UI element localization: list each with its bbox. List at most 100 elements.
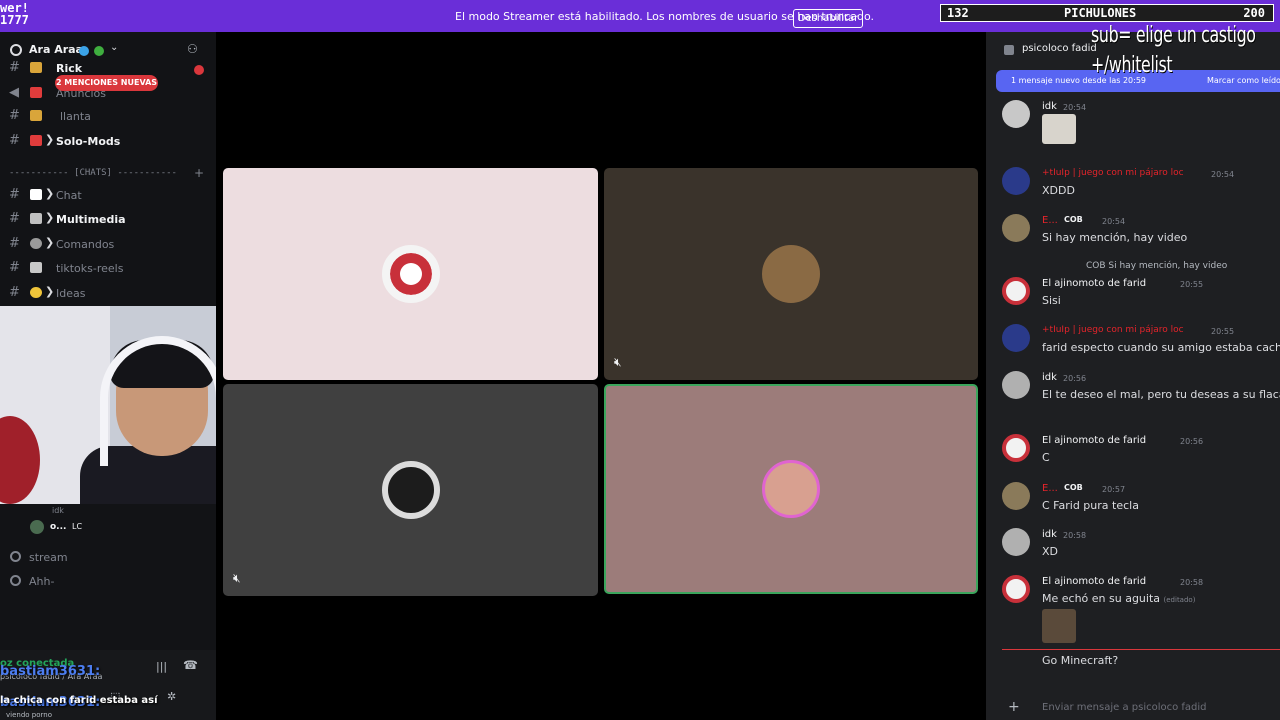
channel-label: Chat bbox=[56, 189, 82, 202]
voice-channel-stream[interactable]: stream bbox=[0, 548, 216, 568]
add-member-icon[interactable]: ⚇ bbox=[187, 42, 201, 56]
message-author[interactable]: +tIuIp | juego con mi pájaro loc bbox=[1042, 168, 1184, 178]
participant-tile[interactable]: 🔇︎ bbox=[223, 384, 598, 596]
role-badge: COB bbox=[1064, 483, 1083, 492]
channel-item-multimedia[interactable]: # ❯ Multimedia bbox=[0, 209, 216, 231]
participant-tile-speaking[interactable] bbox=[604, 384, 978, 594]
streamer-mode-banner: wer! 1777 El modo Streamer está habilita… bbox=[0, 0, 1280, 32]
participant-name: o... bbox=[50, 522, 67, 532]
message-text: Go Minecraft? bbox=[1042, 654, 1119, 667]
chat-title: psicoloco fadid bbox=[1022, 43, 1097, 54]
sub-counter: 132 PICHULONES 200 bbox=[940, 4, 1274, 22]
channel-item-comandos[interactable]: # ❯ Comandos bbox=[0, 234, 216, 256]
overlay-logo: wer! 1777 bbox=[0, 1, 29, 27]
avatar bbox=[1002, 167, 1030, 195]
message-text: XD bbox=[1042, 545, 1059, 558]
muted-icon: 🔇︎ bbox=[614, 355, 622, 369]
overlay-line: sub= elige un castigo bbox=[1091, 23, 1256, 48]
participant-tag: LC bbox=[72, 522, 83, 531]
overlay-line: +/whitelist bbox=[1091, 53, 1173, 78]
stream-overlay-text: sub= elige un castigo +/whitelist bbox=[1091, 21, 1256, 81]
avatar bbox=[1002, 324, 1030, 352]
arrow-icon: ❯ bbox=[45, 285, 55, 298]
channel-emoji-icon bbox=[30, 238, 42, 249]
reply-preview[interactable]: COB Si hay mención, hay video bbox=[1086, 261, 1227, 271]
participant-tile[interactable] bbox=[223, 168, 598, 380]
avatar bbox=[1002, 528, 1030, 556]
channel-emoji-icon bbox=[30, 87, 42, 98]
message-author[interactable]: E... bbox=[1042, 215, 1058, 226]
new-mentions-pill[interactable]: 2 MENCIONES NUEVAS bbox=[55, 75, 158, 91]
message-author[interactable]: idk bbox=[1042, 529, 1057, 540]
muted-icon: 🔇︎ bbox=[233, 571, 241, 585]
stage-icon bbox=[10, 575, 21, 586]
edited-label: (editado) bbox=[1163, 596, 1196, 604]
hash-icon: # bbox=[9, 236, 20, 251]
message-time: 20:58 bbox=[1063, 531, 1087, 540]
avatar bbox=[1002, 434, 1030, 462]
message-input[interactable]: + Enviar mensaje a psicoloco fadid bbox=[1002, 696, 1280, 718]
message-author[interactable]: El ajinomoto de farid bbox=[1042, 576, 1146, 587]
message-author[interactable]: idk bbox=[1042, 101, 1057, 112]
channel-label: Ideas bbox=[56, 287, 86, 300]
hash-icon: # bbox=[9, 285, 20, 300]
disable-streamer-button[interactable]: Deshabilitar bbox=[793, 9, 863, 28]
boost-emoji-icon bbox=[79, 46, 89, 56]
avatar bbox=[30, 520, 44, 534]
unread-divider bbox=[1002, 649, 1280, 650]
channel-item-llanta[interactable]: # llanta bbox=[0, 106, 216, 128]
message-author[interactable]: E... bbox=[1042, 483, 1058, 494]
channel-emoji-icon bbox=[30, 189, 42, 200]
participant-tile[interactable]: 🔇︎ bbox=[604, 168, 978, 380]
message-author[interactable]: idk bbox=[1042, 372, 1057, 383]
message-text: Si hay mención, hay video bbox=[1042, 231, 1188, 244]
channel-label: Ahh- bbox=[29, 575, 55, 588]
avatar bbox=[1002, 214, 1030, 242]
speaker-icon bbox=[10, 551, 21, 562]
avatar bbox=[1002, 371, 1030, 399]
message-author[interactable]: +tIuIp | juego con mi pájaro loc bbox=[1042, 325, 1184, 335]
channel-item-chat[interactable]: # ❯ Chat bbox=[0, 185, 216, 207]
channel-label: llanta bbox=[60, 110, 91, 123]
message-text: C bbox=[1042, 451, 1050, 464]
waveform-icon[interactable]: ||| bbox=[156, 660, 167, 673]
message-text: XDDD bbox=[1042, 184, 1075, 197]
overlay-chat-user: bastiam3631: bbox=[0, 664, 101, 679]
counter-current: 132 bbox=[947, 6, 969, 20]
participant-label: idk bbox=[52, 506, 64, 515]
chat-panel: psicoloco fadid 1 mensaje nuevo desde la… bbox=[986, 32, 1280, 720]
message-author[interactable]: El ajinomoto de farid bbox=[1042, 278, 1146, 289]
message-time: 20:56 bbox=[1063, 374, 1087, 383]
add-channel-icon[interactable]: + bbox=[194, 166, 204, 180]
arrow-icon: ❯ bbox=[45, 211, 55, 224]
channel-emoji-icon bbox=[30, 135, 42, 146]
message-author[interactable]: El ajinomoto de farid bbox=[1042, 435, 1146, 446]
channel-item-tiktoks-reels[interactable]: # tiktoks-reels bbox=[0, 258, 216, 280]
avatar bbox=[1002, 277, 1030, 305]
channel-emoji-icon bbox=[30, 110, 42, 121]
category-chats[interactable]: ----------- [CHATS] ----------- bbox=[9, 168, 177, 178]
sticker-image bbox=[1042, 114, 1076, 144]
channel-item-ideas[interactable]: # ❯ Ideas bbox=[0, 283, 216, 305]
lightbulb-icon bbox=[30, 287, 42, 298]
hangup-icon[interactable]: ☎ bbox=[183, 658, 198, 672]
message-text: El te deseo el mal, pero tu deseas a su … bbox=[1042, 388, 1280, 401]
channel-label: Comandos bbox=[56, 238, 115, 251]
verified-emoji-icon bbox=[94, 46, 104, 56]
channel-emoji-icon bbox=[30, 213, 42, 224]
channel-emoji-icon bbox=[30, 262, 42, 273]
voice-channel-ahh[interactable]: Ahh- bbox=[0, 572, 216, 592]
message-time: 20:55 bbox=[1211, 327, 1235, 336]
chevron-down-icon[interactable]: ⌄ bbox=[110, 42, 118, 53]
message-time: 20:57 bbox=[1102, 485, 1126, 494]
add-attachment-icon[interactable]: + bbox=[1008, 699, 1020, 715]
chat-bubble-icon bbox=[1004, 45, 1014, 55]
channel-item-solo-mods[interactable]: # ❯ Solo-Mods bbox=[0, 131, 216, 153]
channel-label: Solo-Mods bbox=[56, 135, 121, 148]
arrow-icon: ❯ bbox=[45, 187, 55, 200]
arrow-icon: ❯ bbox=[45, 133, 55, 146]
sticker-image bbox=[1042, 609, 1076, 643]
overlay-chat-line: bastiam3631: la chica con farid estaba a… bbox=[0, 695, 158, 710]
channel-label: Multimedia bbox=[56, 213, 126, 226]
counter-goal: 200 bbox=[1243, 6, 1265, 20]
